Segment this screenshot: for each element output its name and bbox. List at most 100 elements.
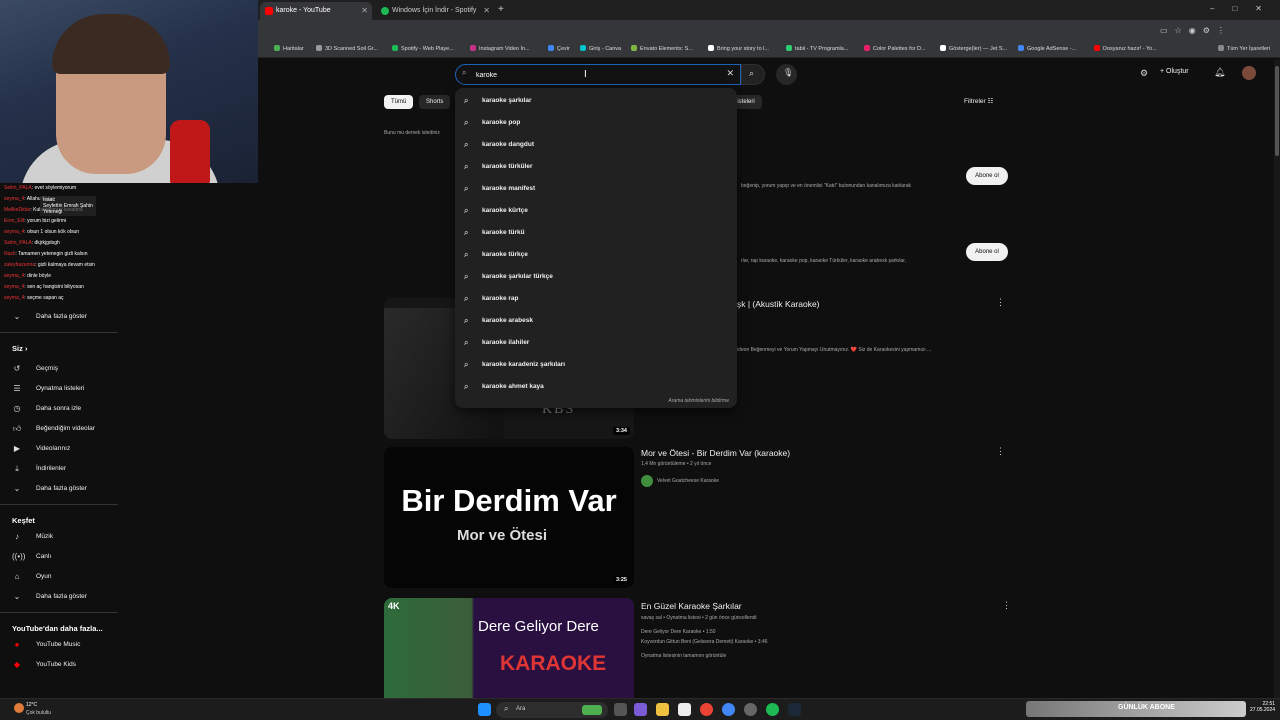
taskbar-search[interactable]: ⌕ Ara <box>496 702 608 718</box>
suggestion-item[interactable]: ⌕ karaoke türküler <box>455 156 737 178</box>
suggestion-item[interactable]: ⌕ karaoke şarkılar türkçe <box>455 266 737 288</box>
bookmark-item[interactable]: tabii - TV Programla... <box>786 45 848 52</box>
sidebar-item-live[interactable]: ((•)) Canlı <box>0 548 118 566</box>
steam-icon[interactable] <box>788 703 801 716</box>
bookmark-item[interactable]: Tüm Yer İşaretleri <box>1218 45 1270 52</box>
search-input[interactable] <box>476 68 716 82</box>
suggestion-item[interactable]: ⌕ karaoke ahmet kaya <box>455 376 737 398</box>
bookmark-item[interactable]: Instagram Video İn... <box>470 45 530 52</box>
more-options-icon[interactable]: ⋮ <box>996 446 1005 457</box>
close-icon[interactable]: ✕ <box>483 2 490 20</box>
chat-line: seyma_4: olsun 1 olsun kök olsun <box>4 229 80 235</box>
suggestion-item[interactable]: ⌕ karaoke rap <box>455 288 737 310</box>
voice-search-button[interactable]: 🎙︎ <box>776 64 797 85</box>
subscribe-button[interactable]: Abone ol <box>966 167 1008 185</box>
tab-spotify[interactable]: Windows İçin İndir - Spotify ✕ <box>376 2 494 20</box>
chat-line: seyma_4: dinle böyle <box>4 273 51 279</box>
bookmark-item[interactable]: Color Palettes for D... <box>864 45 926 52</box>
chat-popup-line: Yeteneği <box>43 209 63 215</box>
clock[interactable]: 22:51 27.05.2024 <box>1250 701 1275 713</box>
suggestion-item[interactable]: ⌕ karaoke şarkılar <box>455 90 737 112</box>
sidebar-item-downloads[interactable]: ⤓ İndirilenler <box>0 460 118 478</box>
bookmark-item[interactable]: Çevir <box>548 45 570 52</box>
close-icon[interactable]: ✕ <box>361 2 368 20</box>
sidebar-show-more[interactable]: ⌄ Daha fazla göster <box>0 308 118 326</box>
playlist-title[interactable]: En Güzel Karaoke Şarkılar <box>641 601 742 611</box>
filters-button[interactable]: Filtreler ☷ <box>964 97 993 105</box>
search-button[interactable]: ⌕ <box>741 64 765 85</box>
obs-icon[interactable] <box>744 703 757 716</box>
did-you-mean[interactable]: Bunu mu demek istediniz <box>384 130 440 136</box>
window-controls[interactable]: –□✕ <box>1210 4 1280 13</box>
subscribe-button[interactable]: Abone ol <box>966 243 1008 261</box>
bookmark-item[interactable]: Dosyanız hazır! - Yo... <box>1094 45 1157 52</box>
thumbnail-text: Dere Geliyor Dere <box>478 618 599 635</box>
bookmark-item[interactable]: Google AdSense -... <box>1018 45 1076 52</box>
bookmark-item[interactable]: Haritalar <box>274 45 304 52</box>
suggestion-item[interactable]: ⌕ karaoke kürtçe <box>455 200 737 222</box>
task-view-icon[interactable] <box>614 703 627 716</box>
playlist-line[interactable]: Koyverdun Gittun Beni (Gelavera Demeti) … <box>641 639 768 645</box>
suggestion-item[interactable]: ⌕ karaoke türkü <box>455 222 737 244</box>
cast-icon[interactable]: ⚙ <box>1140 68 1148 79</box>
windows-start-icon[interactable] <box>478 703 491 716</box>
bookmark-item[interactable]: 3D Scanned Soil Gr... <box>316 45 378 52</box>
bookmark-item[interactable]: Gösterge(ler) — Jet S... <box>940 45 1007 52</box>
report-suggestions-link[interactable]: Arama tahminlerini bildirme <box>668 398 729 404</box>
sidebar-show-more[interactable]: ⌄ Daha fazla göster <box>0 480 118 498</box>
sidebar-show-more[interactable]: ⌄ Daha fazla göster <box>0 588 118 606</box>
bell-icon[interactable]: 🔔︎ <box>1214 67 1225 78</box>
chrome-icon[interactable] <box>700 703 713 716</box>
search-box[interactable]: ⌕ ✕ <box>455 64 741 85</box>
search-icon: ⌕ <box>464 382 469 391</box>
video-title[interactable]: Mor ve Ötesi - Bir Derdim Var (karaoke) <box>641 448 790 458</box>
sidebar-item-history[interactable]: ↺ Geçmiş <box>0 360 118 378</box>
sidebar-you-header[interactable]: Siz › <box>12 344 27 353</box>
video-thumbnail[interactable]: Bir Derdim Var Mor ve Ötesi 3:25 <box>384 447 634 588</box>
sidebar-item-liked[interactable]: 👍︎ Beğendiğim videolar <box>0 420 118 438</box>
weather-temp[interactable]: 12°C <box>26 702 37 708</box>
search-icon: ⌕ <box>464 118 469 127</box>
bookmark-item[interactable]: Envato Elements: S... <box>631 45 693 52</box>
suggestion-item[interactable]: ⌕ karaoke arabesk <box>455 310 737 332</box>
suggestion-item[interactable]: ⌕ karaoke pop <box>455 112 737 134</box>
spotify-icon[interactable] <box>766 703 779 716</box>
suggestion-item[interactable]: ⌕ karaoke dangdut <box>455 134 737 156</box>
view-full-playlist[interactable]: Oynatma listesinin tamamını görüntüle <box>641 653 726 659</box>
sidebar-item-watch-later[interactable]: ◷ Daha sonra izle <box>0 400 118 418</box>
clear-search-icon[interactable]: ✕ <box>726 68 734 79</box>
copilot-icon[interactable] <box>634 703 647 716</box>
avatar[interactable] <box>1242 66 1256 80</box>
plus-icon[interactable]: + <box>498 4 504 15</box>
create-button[interactable]: + Oluştur <box>1160 68 1189 75</box>
suggestion-item[interactable]: ⌕ karaoke türkçe <box>455 244 737 266</box>
search-icon: ⌕ <box>464 316 469 325</box>
bookmark-item[interactable]: Giriş - Canva <box>580 45 621 52</box>
chrome-profile-icon[interactable] <box>722 703 735 716</box>
sidebar-item-youtube-music[interactable]: ● YouTube Music <box>0 636 118 654</box>
more-options-icon[interactable]: ⋮ <box>1002 600 1011 611</box>
suggestion-item[interactable]: ⌕ karaoke karadeniz şarkıları <box>455 354 737 376</box>
tab-youtube[interactable]: karoke - YouTube ✕ <box>260 2 372 20</box>
playlist-line[interactable]: Dere Geliyor Dere Karaoke • 1:50 <box>641 629 716 635</box>
more-options-icon[interactable]: ⋮ <box>996 297 1005 308</box>
chip-shorts[interactable]: Shorts <box>419 95 451 109</box>
scrollbar[interactable] <box>1274 60 1280 698</box>
file-explorer-icon[interactable] <box>656 703 669 716</box>
video-title[interactable]: şk | (Akustik Karaoke) <box>737 299 820 309</box>
sidebar-item-gaming[interactable]: ⌂ Oyun <box>0 568 118 586</box>
sidebar-item-music[interactable]: ♪ Müzik <box>0 528 118 546</box>
suggestion-item[interactable]: ⌕ karaoke ilahiler <box>455 332 737 354</box>
sidebar-item-youtube-kids[interactable]: ◆ YouTube Kids <box>0 656 118 674</box>
store-icon[interactable] <box>678 703 691 716</box>
channel-name[interactable]: Velvet Goatcheese Karaoke <box>657 478 719 484</box>
bookmark-item[interactable]: Bring your story to l... <box>708 45 769 52</box>
suggestion-item[interactable]: ⌕ karaoke manifest <box>455 178 737 200</box>
browser-toolbar-icons[interactable]: ▭☆◉⚙⋮ <box>1160 26 1232 35</box>
channel-avatar[interactable] <box>641 475 653 487</box>
bookmark-item[interactable]: Spotify - Web Playe... <box>392 45 454 52</box>
playlist-thumbnail[interactable]: 4K Dere Geliyor Dere KARAOKE <box>384 598 634 698</box>
sidebar-item-your-videos[interactable]: ▶ Videolarınız <box>0 440 118 458</box>
sidebar-item-playlists[interactable]: ☰ Oynatma listeleri <box>0 380 118 398</box>
chip-all[interactable]: Tümü <box>384 95 414 109</box>
